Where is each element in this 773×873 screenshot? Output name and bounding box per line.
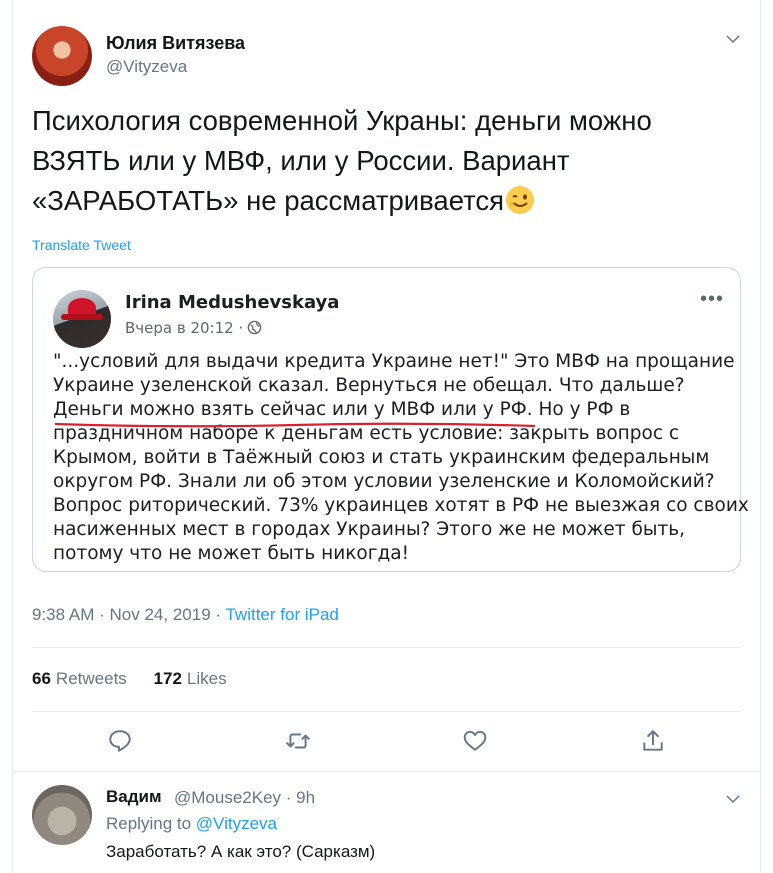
reply-text: Заработать? А как это? (Сарказм) (106, 842, 376, 861)
separator: · (215, 605, 222, 624)
like-icon[interactable] (462, 728, 490, 756)
retweets-stat[interactable]: 66 Retweets (32, 669, 127, 688)
quote-meta: Вчера в 20:12 · (125, 319, 262, 337)
translate-tweet-link[interactable]: Translate Tweet (32, 237, 131, 253)
author-handle[interactable]: @Vityzeva (106, 57, 187, 77)
tweet-date[interactable]: Nov 24, 2019 (110, 605, 211, 624)
more-options-icon[interactable]: ••• (700, 288, 724, 311)
quoted-post-card[interactable]: Irina Medushevskaya Вчера в 20:12 · ••• … (32, 267, 749, 572)
share-icon[interactable] (640, 728, 668, 756)
quote-author-name: Irina Medushevskaya (125, 292, 340, 313)
tweet-text-line: ВЗЯТЬ или у МВФ, или у России. Вариант (32, 145, 570, 176)
retweets-count: 66 (32, 669, 51, 688)
quote-body: "...условий для выдачи кредита Украине н… (53, 350, 749, 566)
quote-line: округом РФ. Знали ли об этом условии узе… (53, 471, 715, 492)
quote-timestamp: Вчера в 20:12 · (125, 319, 244, 337)
tweet-text-line: Психология современной Украны: деньги мо… (32, 105, 652, 136)
likes-stat[interactable]: 172 Likes (154, 669, 227, 688)
likes-label: Likes (186, 669, 227, 688)
tweet-text-line: «ЗАРАБОТАТЬ» не рассматривается (32, 181, 732, 221)
tweet-text-line-text: «ЗАРАБОТАТЬ» не рассматривается (32, 185, 505, 216)
likes-count: 172 (153, 669, 182, 688)
globe-icon (247, 320, 262, 335)
divider (32, 647, 741, 648)
quote-line: Деньги можно взять сейчас или у МВФ или … (53, 399, 631, 420)
replying-to-mention[interactable]: @Vityzeva (196, 814, 277, 833)
tweet-timestamp: 9:38 AM · Nov 24, 2019 · Twitter for iPa… (32, 605, 339, 625)
reply-author-name[interactable]: Вадим (106, 787, 162, 807)
separator: · (99, 605, 105, 624)
author-name[interactable]: Юлия Витязева (106, 33, 245, 54)
quote-line: Украине узеленской сказал. Вернуться не … (53, 375, 685, 396)
author-avatar[interactable] (32, 26, 92, 86)
quote-line: потому что не может быть никогда! (53, 543, 409, 564)
reply-divider (12, 771, 761, 772)
tweet-time[interactable]: 9:38 AM (32, 605, 94, 624)
quote-line: Крымом, войти в Таёжный союз и стать укр… (53, 447, 710, 468)
quote-author-avatar (53, 290, 111, 348)
quote-line: "...условий для выдачи кредита Украине н… (53, 351, 735, 372)
retweet-icon[interactable] (285, 728, 313, 756)
red-underline-mark (55, 422, 535, 428)
reply-author-handle[interactable]: @Mouse2Key · 9h (174, 788, 315, 808)
chevron-down-icon[interactable] (724, 790, 742, 808)
tweet-text: Психология современной Украны: деньги мо… (32, 101, 732, 221)
quote-line: Вопрос риторический. 73% украинцев хотят… (53, 495, 749, 516)
winking-face-emoji-icon (504, 184, 536, 216)
quote-line: насиженных мест в городах Украины? Этого… (53, 519, 686, 540)
chevron-down-icon[interactable] (724, 30, 742, 48)
tweet-stats: 66 Retweets 172 Likes (32, 669, 227, 689)
replying-to: Replying to @Vityzeva (106, 814, 277, 834)
retweets-label: Retweets (55, 669, 127, 688)
divider (32, 711, 741, 712)
reply-author-avatar[interactable] (32, 785, 92, 845)
reply-icon[interactable] (107, 728, 135, 756)
tweet-source-link[interactable]: Twitter for iPad (225, 605, 338, 624)
replying-to-label: Replying to (106, 814, 192, 833)
